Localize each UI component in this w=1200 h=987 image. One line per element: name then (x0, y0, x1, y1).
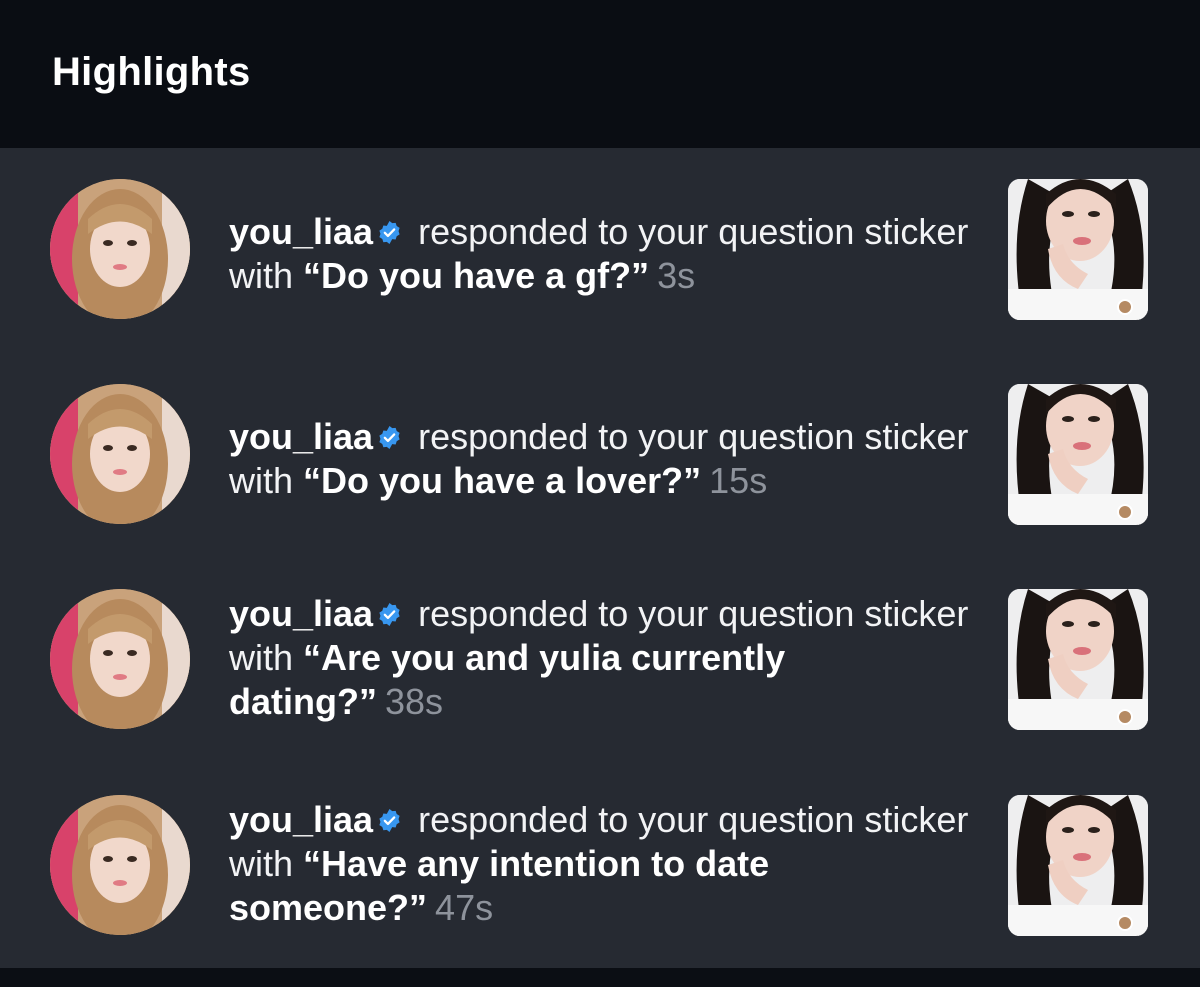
notification-text: you_liaa responded to your question stic… (229, 592, 974, 724)
notification-row[interactable]: you_liaa responded to your question stic… (0, 795, 1200, 955)
username[interactable]: you_liaa (229, 211, 373, 252)
story-thumbnail[interactable] (1008, 384, 1148, 525)
username[interactable]: you_liaa (229, 593, 373, 634)
user-avatar[interactable] (50, 384, 190, 524)
sticker-response: “Do you have a gf?” (303, 255, 650, 296)
sticker-response: “Are you and yulia currently dating?” (229, 637, 786, 722)
verified-badge-icon (377, 211, 402, 244)
timestamp: 38s (384, 681, 444, 722)
user-avatar[interactable] (50, 179, 190, 319)
user-avatar[interactable] (50, 589, 190, 729)
notification-text: you_liaa responded to your question stic… (229, 798, 974, 930)
bottom-divider (0, 968, 1200, 987)
notification-row[interactable]: you_liaa responded to your question stic… (0, 384, 1200, 544)
sticker-response: “Have any intention to date someone?” (229, 843, 770, 928)
notification-text: you_liaa responded to your question stic… (229, 210, 974, 298)
notification-list: you_liaa responded to your question stic… (0, 148, 1200, 968)
verified-badge-icon (377, 593, 402, 626)
timestamp: 3s (657, 255, 696, 296)
story-thumbnail[interactable] (1008, 589, 1148, 730)
story-thumbnail[interactable] (1008, 179, 1148, 320)
sticker-response: “Do you have a lover?” (303, 460, 702, 501)
verified-badge-icon (377, 416, 402, 449)
header: Highlights (0, 0, 1200, 148)
notification-row[interactable]: you_liaa responded to your question stic… (0, 589, 1200, 749)
username[interactable]: you_liaa (229, 416, 373, 457)
verified-badge-icon (377, 799, 402, 832)
timestamp: 47s (435, 887, 494, 928)
notification-text: you_liaa responded to your question stic… (229, 415, 974, 503)
user-avatar[interactable] (50, 795, 190, 935)
story-thumbnail[interactable] (1008, 795, 1148, 936)
notification-row[interactable]: you_liaa responded to your question stic… (0, 179, 1200, 339)
timestamp: 15s (709, 460, 768, 501)
username[interactable]: you_liaa (229, 799, 373, 840)
page-title: Highlights (52, 50, 251, 94)
